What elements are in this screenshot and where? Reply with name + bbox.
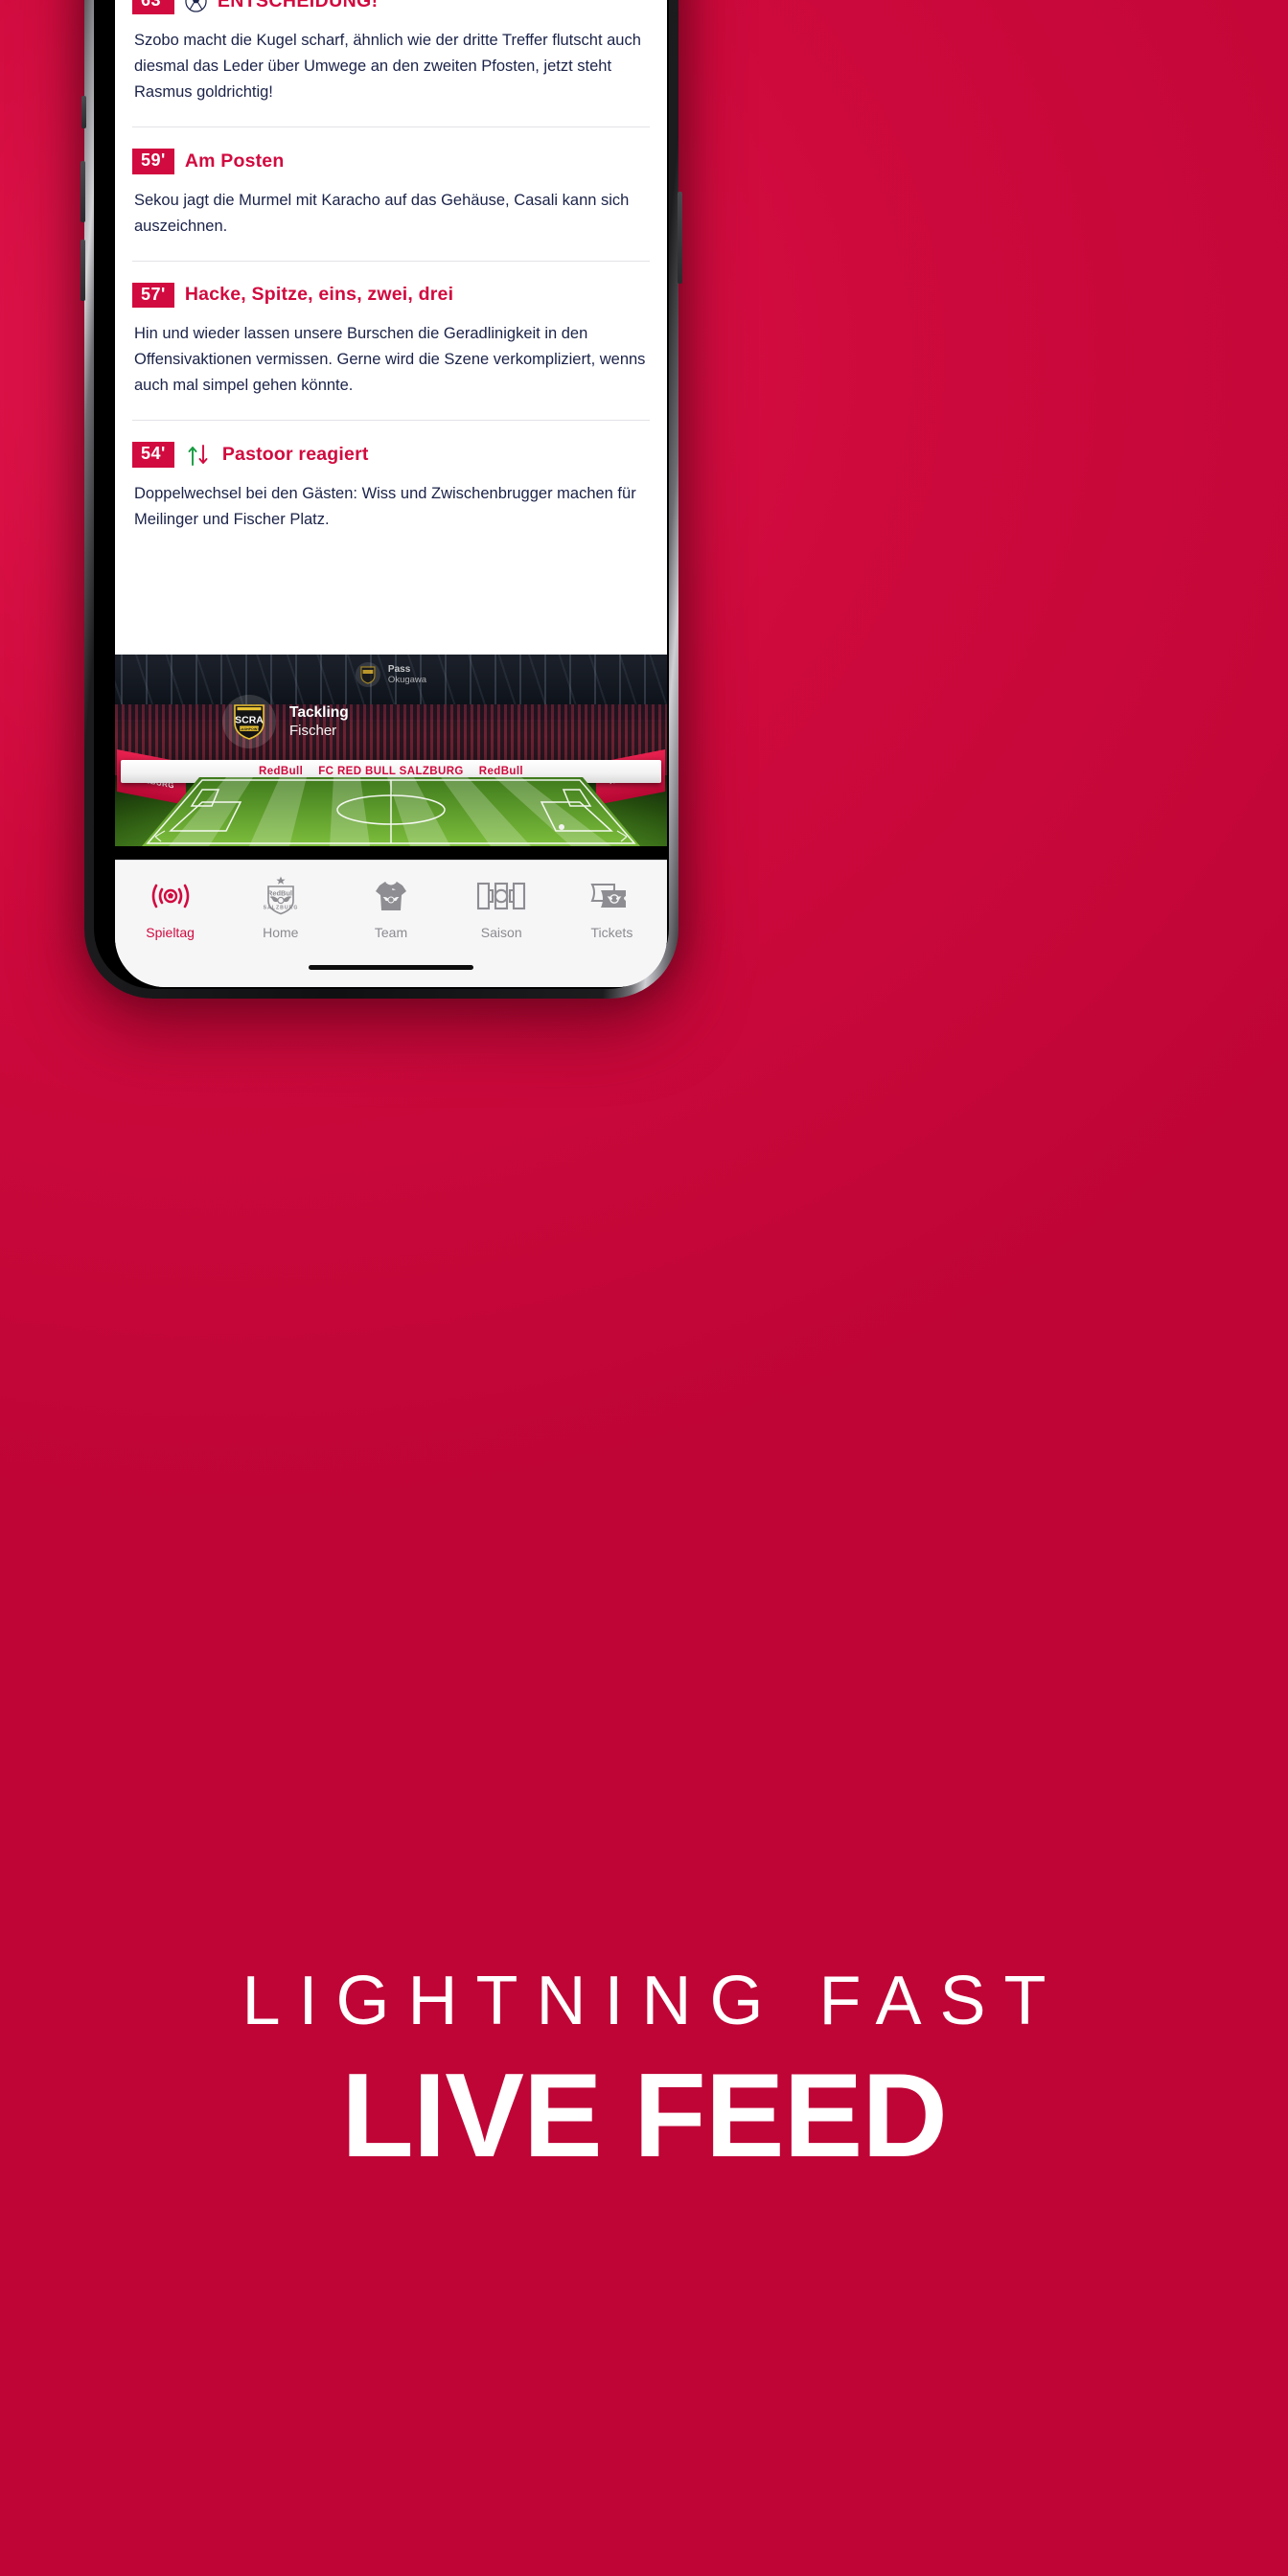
nav-label: Tickets — [590, 925, 633, 940]
nav-item-team[interactable]: Team — [335, 861, 446, 940]
tickets-icon — [589, 876, 633, 916]
ticker-entry[interactable]: 63' ENTSCHEIDUNG! Szobo macht die Kugel — [115, 0, 667, 126]
nav-item-home[interactable]: RedBull SALZBURG Home — [225, 861, 335, 940]
nav-label: Home — [263, 925, 299, 940]
svg-text:SALZBURG: SALZBURG — [263, 906, 298, 911]
svg-text:SCRA: SCRA — [235, 715, 264, 726]
ticker-entry-header: 59' Am Posten — [132, 127, 650, 174]
ad-board-redbull-text: RedBull — [258, 766, 304, 777]
ticker-entry-header: 63' ENTSCHEIDUNG! — [132, 0, 650, 14]
nav-item-tickets[interactable]: Tickets — [557, 861, 667, 940]
svg-text:RedBull: RedBull — [267, 889, 294, 898]
substitution-icon — [185, 444, 212, 467]
ticker-entry-title: ENTSCHEIDUNG! — [217, 0, 379, 12]
volume-up-button[interactable] — [80, 161, 85, 222]
event-player: Okugawa — [387, 675, 427, 685]
club-badge-small-icon — [355, 662, 380, 687]
caption-line-1: LIGHTNING FAST — [242, 1963, 1065, 2039]
jersey-icon — [372, 876, 410, 916]
live-pitch-视频[interactable]: FC RED BULL SALZBURG RED BULL RedBull FC… — [115, 655, 667, 860]
scra-altach-crest-icon: SCRA CASHPOINT — [234, 704, 264, 740]
event-action: Pass — [387, 664, 411, 675]
event-overlay-primary: SCRA CASHPOINT Tackling Fischer — [222, 695, 349, 748]
pitch-markings — [142, 777, 640, 846]
phone-screen: FC RED BULL SALZBURG FUSSBALL VON MORGEN… — [115, 0, 667, 987]
pitch-icon — [476, 876, 526, 916]
event-overlay-secondary: Pass Okugawa — [355, 662, 426, 687]
ad-board-redbull-text-2: RedBull — [478, 766, 524, 777]
event-overlay-secondary-text: Pass Okugawa — [388, 664, 426, 685]
red-bull-salzburg-crest-icon: RedBull SALZBURG — [262, 876, 300, 916]
minute-badge: 54' — [132, 442, 174, 469]
minute-badge: 63' — [132, 0, 174, 14]
nav-item-saison[interactable]: Saison — [447, 861, 557, 940]
event-overlay-primary-text: Tackling Fischer — [289, 703, 349, 740]
nav-label: Team — [374, 925, 408, 940]
power-button[interactable] — [678, 192, 682, 284]
minute-badge: 57' — [132, 282, 174, 309]
event-action: Tackling — [289, 704, 349, 721]
phone-bezel: FC RED BULL SALZBURG FUSSBALL VON MORGEN… — [94, 0, 669, 989]
mute-switch[interactable] — [81, 96, 86, 128]
ticker-entry-body: Szobo macht die Kugel scharf, ähnlich wi… — [134, 31, 641, 101]
ticker-entry-body: Doppelwechsel bei den Gästen: Wiss und Z… — [134, 485, 636, 529]
caption-line-2: LIVE FEED — [341, 2050, 948, 2182]
phone-frame: FC RED BULL SALZBURG FUSSBALL VON MORGEN… — [80, 0, 682, 999]
ticker-entry-header: 57' Hacke, Spitze, eins, zwei, drei — [132, 262, 650, 309]
nav-label: Spieltag — [146, 925, 195, 940]
phone-mockup: FC RED BULL SALZBURG FUSSBALL VON MORGEN… — [79, 0, 686, 999]
ticker-entry[interactable]: 54' Pastoor reagiert Doppelwechsel bei d… — [115, 421, 667, 554]
nav-item-spieltag[interactable]: Spieltag — [115, 861, 225, 940]
marketing-caption: LIGHTNING FAST LIVE FEED — [0, 1955, 1288, 2177]
ad-board-club-text: FC RED BULL SALZBURG — [318, 766, 464, 777]
stadium-scene: FC RED BULL SALZBURG RED BULL RedBull FC… — [115, 655, 667, 846]
svg-text:CASHPOINT: CASHPOINT — [239, 727, 260, 731]
ticker-entry-title: Pastoor reagiert — [221, 444, 369, 466]
volume-down-button[interactable] — [80, 240, 85, 301]
ticker-entry-body: Hin und wieder lassen unsere Burschen di… — [134, 325, 646, 395]
ticker-entry-header: 54' Pastoor reagiert — [132, 421, 650, 469]
minute-badge: 59' — [132, 148, 174, 174]
video-letterbox — [115, 846, 667, 860]
nav-label: Saison — [480, 925, 522, 940]
ticker-entry[interactable]: 57' Hacke, Spitze, eins, zwei, drei Hin … — [115, 262, 667, 421]
ticker-entry[interactable]: 59' Am Posten Sekou jagt die Murmel mit … — [115, 127, 667, 261]
ticker-feed-list[interactable]: 63' ENTSCHEIDUNG! Szobo macht die Kugel — [115, 0, 667, 655]
ticker-entry-title: Am Posten — [184, 150, 285, 172]
soccer-ball-icon — [185, 0, 207, 12]
event-player: Fischer — [289, 723, 337, 739]
live-broadcast-icon — [150, 876, 192, 916]
home-indicator[interactable] — [309, 965, 473, 970]
ticker-entry-body: Sekou jagt die Murmel mit Karacho auf da… — [134, 191, 630, 235]
ticker-entry-title: Hacke, Spitze, eins, zwei, drei — [184, 284, 454, 306]
event-badge-backdrop: SCRA CASHPOINT — [222, 695, 276, 748]
